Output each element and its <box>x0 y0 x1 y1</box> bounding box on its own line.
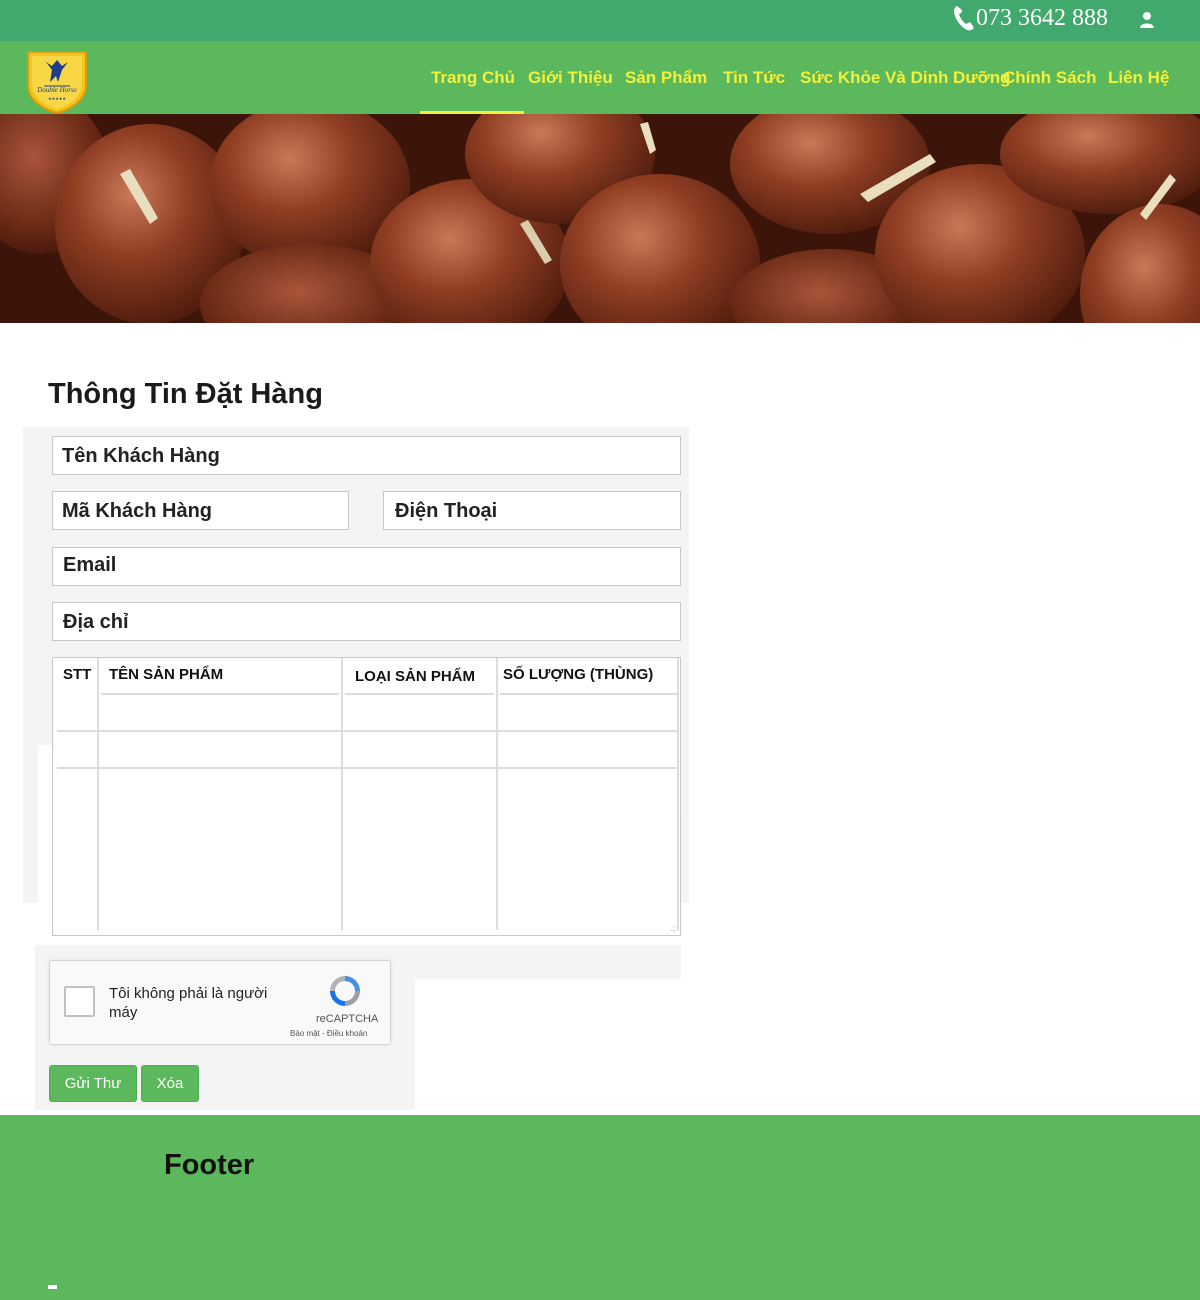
products-table[interactable]: STT TÊN SẢN PHẨM LOẠI SẢN PHẨM SỐ LƯỢNG … <box>52 657 681 936</box>
main-navbar: Double Horse ★★★★★ Trang Chủ Giới Thiệu … <box>0 41 1200 114</box>
table-column-divider <box>496 658 498 930</box>
table-row-divider <box>101 693 339 695</box>
table-header-quantity: SỐ LƯỢNG (THÙNG) <box>503 666 654 683</box>
order-form-title: Thông Tin Đặt Hàng <box>48 378 323 410</box>
page: 073 3642 888 Double Horse ★★★★★ Trang Ch… <box>0 0 1200 1300</box>
brand-logo[interactable]: Double Horse ★★★★★ <box>22 46 92 114</box>
table-column-divider <box>97 658 99 930</box>
customer-code-field[interactable]: Mã Khách Hàng <box>52 491 349 530</box>
recaptcha-links[interactable]: Bảo mật - Điều khoản <box>290 1029 367 1038</box>
table-header-product-name: TÊN SẢN PHẨM <box>109 666 224 683</box>
table-column-divider <box>341 658 343 930</box>
table-row-divider <box>345 693 494 695</box>
nav-item-gioi-thieu[interactable]: Giới Thiệu <box>528 41 613 114</box>
nav-item-san-pham[interactable]: Sản Phẩm <box>625 41 707 114</box>
address-field[interactable]: Địa chỉ <box>52 602 681 641</box>
email-placeholder: Email <box>63 554 117 576</box>
customer-name-field[interactable]: Tên Khách Hàng <box>52 436 681 475</box>
phone-icon[interactable] <box>952 4 976 32</box>
phone-number[interactable]: 073 3642 888 <box>976 5 1108 32</box>
phone-field[interactable]: Điện Thoại <box>383 491 681 530</box>
user-icon[interactable] <box>1139 11 1155 29</box>
recaptcha-brand: reCAPTCHA <box>316 1013 379 1025</box>
table-row-divider <box>57 730 677 732</box>
table-column-divider <box>677 658 679 930</box>
footer-title: Footer <box>164 1149 255 1181</box>
nav-item-trang-chu[interactable]: Trang Chủ <box>419 41 525 114</box>
footer: Footer <box>0 1115 1200 1300</box>
table-row-divider <box>57 767 677 769</box>
clear-button[interactable]: Xóa <box>141 1065 199 1102</box>
phone-placeholder: Điện Thoại <box>395 500 498 522</box>
nav-item-tin-tuc[interactable]: Tin Tức <box>723 41 785 114</box>
recaptcha-checkbox[interactable] <box>64 986 95 1017</box>
recaptcha-widget: Tôi không phải là người máy reCAPTCHA Bả… <box>49 960 391 1045</box>
nav-item-lien-he[interactable]: Liên Hệ <box>1108 41 1169 114</box>
hero-banner-image <box>0 114 1200 323</box>
nav-item-suc-khoe[interactable]: Sức Khỏe Và Dinh Dưỡng <box>800 41 1011 114</box>
table-row-divider <box>500 693 677 695</box>
logo-text: Double Horse <box>36 86 76 94</box>
table-header-product-type: LOẠI SẢN PHẨM <box>355 668 475 685</box>
customer-code-placeholder: Mã Khách Hàng <box>62 500 213 522</box>
customer-name-placeholder: Tên Khách Hàng <box>62 445 220 467</box>
recaptcha-logo-icon <box>330 976 360 1006</box>
top-bar: 073 3642 888 <box>0 0 1200 41</box>
footer-marker <box>48 1285 57 1289</box>
email-field[interactable]: Email <box>52 547 681 586</box>
recaptcha-label: Tôi không phải là người máy <box>109 985 268 1021</box>
table-header-stt: STT <box>63 666 92 683</box>
address-placeholder: Địa chỉ <box>63 611 129 633</box>
resize-handle-icon[interactable]: .:: <box>670 924 677 933</box>
nav-item-chinh-sach[interactable]: Chính Sách <box>1003 41 1097 114</box>
submit-button[interactable]: Gửi Thư <box>49 1065 137 1102</box>
logo-stars: ★★★★★ <box>48 96 66 101</box>
